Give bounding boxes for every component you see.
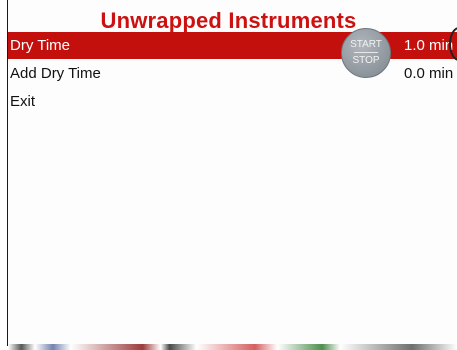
menu-item-label: Dry Time xyxy=(10,37,70,54)
page-title: Unwrapped Instruments xyxy=(100,8,357,33)
menu-item-label: Exit xyxy=(10,93,36,110)
start-label: START xyxy=(350,39,382,50)
stop-label: STOP xyxy=(352,55,380,66)
start-stop-divider xyxy=(354,52,378,53)
menu-item-value: 1.0 min xyxy=(404,37,454,54)
start-stop-button[interactable]: START STOP xyxy=(341,28,391,78)
menu-item-label: Add Dry Time xyxy=(10,65,101,82)
menu-item-exit[interactable]: Exit xyxy=(8,88,457,115)
menu-item-value: 0.0 min xyxy=(404,65,454,82)
bottom-edge-strip xyxy=(8,344,457,350)
screen: Unwrapped Instruments Dry Time 1.0 min A… xyxy=(0,0,457,350)
